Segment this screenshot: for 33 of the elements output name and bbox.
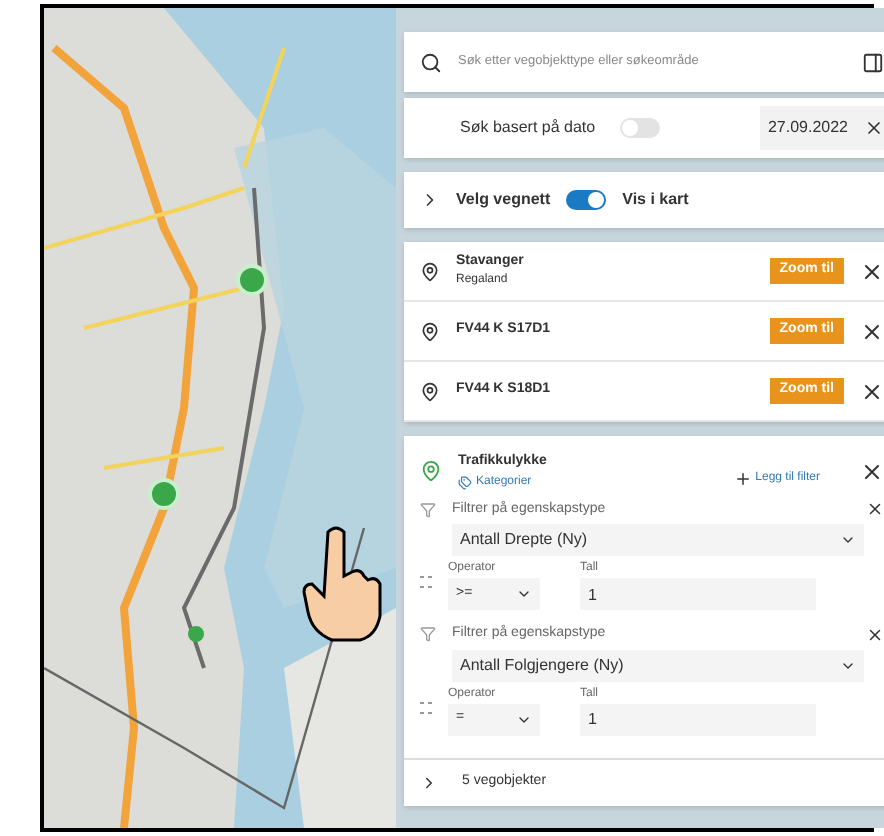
search-icon [420,51,442,73]
value-field[interactable]: 1 [580,703,816,735]
chevron-icon[interactable] [420,773,438,791]
date-field[interactable]: 27.09.2022 [759,106,884,150]
hand-pointer-icon [300,524,388,644]
property-select[interactable]: Antall Drepte (Ny) [452,524,864,556]
date-value: 27.09.2022 [767,116,848,140]
date-label: Søk basert på dato [460,116,596,140]
plus-icon [733,470,752,489]
location-pin-icon [420,261,440,281]
dots-icon [420,576,432,588]
toggle-switch[interactable] [619,118,660,138]
show-on-map-label: Vis i kart [622,188,689,212]
tag-icon [458,475,472,489]
remove-filter-icon[interactable] [866,625,884,644]
location-pin-icon [420,321,440,341]
toggle-switch[interactable] [566,190,607,210]
filter-icon [420,501,436,518]
remove-icon[interactable] [860,259,884,283]
location-pin-icon [420,381,440,401]
road-network-label: Velg vegnett [456,188,551,212]
chevron-down-icon [840,532,856,548]
remove-icon[interactable] [860,459,884,484]
remove-filter-icon[interactable] [866,500,884,519]
panel-icon[interactable] [862,51,884,73]
filter-icon [420,626,436,643]
clear-icon[interactable] [864,118,884,138]
map-pin-icon [420,460,442,483]
remove-icon[interactable] [860,379,884,403]
value-field[interactable]: 1 [580,578,816,610]
chevron-down-icon [516,586,532,602]
property-select[interactable]: Antall Folgjengere (Ny) [452,649,864,681]
remove-icon[interactable] [860,319,884,343]
